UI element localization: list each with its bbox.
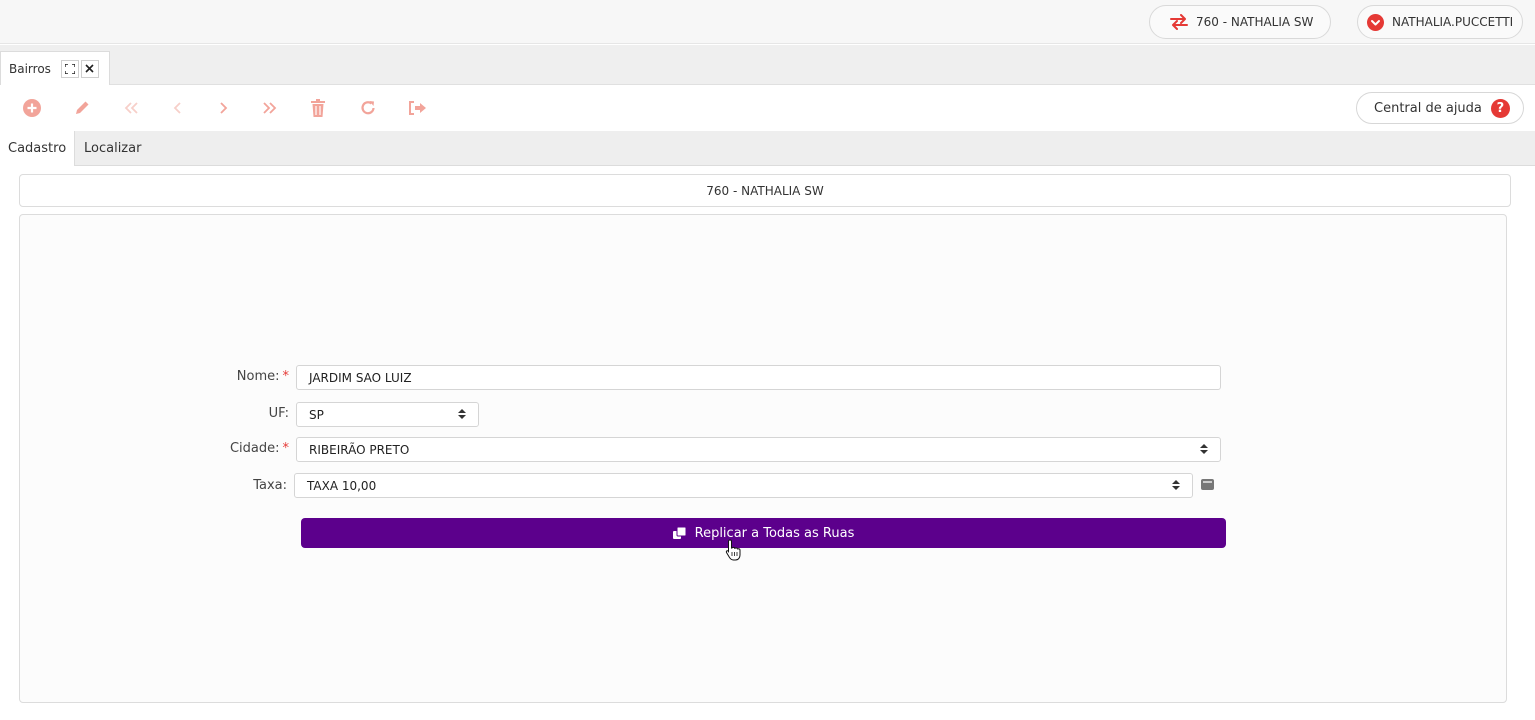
- company-banner: 760 - NATHALIA SW: [19, 174, 1511, 207]
- cidade-value: RIBEIRÃO PRETO: [309, 442, 410, 457]
- next-record-icon[interactable]: [210, 95, 236, 121]
- delete-icon[interactable]: [305, 95, 331, 121]
- form-panel: Nome: * JARDIM SAO LUIZ UF: SP Cidade: * R…: [19, 214, 1507, 703]
- expand-icon[interactable]: [60, 59, 79, 78]
- company-selector[interactable]: 760 - NATHALIA SW: [1149, 5, 1331, 39]
- taxa-select[interactable]: TAXA 10,00: [294, 473, 1193, 498]
- tab-bairros[interactable]: Bairros: [0, 51, 110, 85]
- tab-label: Bairros: [9, 61, 51, 76]
- content-area: 760 - NATHALIA SW Nome: * JARDIM SAO LUIZ…: [0, 166, 1535, 720]
- nome-label: Nome: *: [236, 369, 290, 384]
- user-menu[interactable]: NATHALIA.PUCCETTI: [1357, 5, 1523, 39]
- add-icon[interactable]: [19, 95, 45, 121]
- subtabs: Cadastro Localizar: [0, 131, 1535, 166]
- nome-field[interactable]: JARDIM SAO LUIZ: [296, 365, 1221, 390]
- tab-localizar[interactable]: Localizar: [84, 131, 141, 166]
- help-center-button[interactable]: Central de ajuda ?: [1356, 92, 1524, 124]
- first-record-icon[interactable]: [119, 95, 145, 121]
- required-mark: *: [282, 441, 290, 456]
- toolbar: Central de ajuda ?: [0, 86, 1535, 131]
- question-icon: ?: [1490, 98, 1510, 118]
- uf-label: UF:: [268, 406, 289, 421]
- replicate-label: Replicar a Todas as Ruas: [694, 525, 855, 541]
- copy-icon: [672, 526, 686, 540]
- cidade-select[interactable]: RIBEIRÃO PRETO: [296, 437, 1221, 462]
- select-arrows-icon: [1172, 480, 1180, 490]
- tab-cadastro[interactable]: Cadastro: [0, 131, 75, 166]
- refresh-icon[interactable]: [355, 95, 381, 121]
- taxa-label: Taxa:: [253, 478, 287, 493]
- company-name: 760 - NATHALIA SW: [1196, 15, 1314, 29]
- tab-strip: Bairros: [0, 45, 1535, 85]
- calculator-icon[interactable]: [1201, 479, 1214, 490]
- select-arrows-icon: [458, 409, 466, 419]
- replicate-all-streets-button[interactable]: Replicar a Todas as Ruas: [301, 518, 1226, 548]
- swap-arrows-icon: [1170, 14, 1188, 30]
- close-icon[interactable]: [80, 59, 99, 78]
- uf-select[interactable]: SP: [296, 402, 479, 427]
- chevron-down-circle-icon: [1367, 13, 1384, 31]
- exit-icon[interactable]: [405, 95, 431, 121]
- edit-icon[interactable]: [69, 95, 95, 121]
- taxa-value: TAXA 10,00: [307, 478, 377, 493]
- help-label: Central de ajuda: [1374, 100, 1482, 116]
- user-name: NATHALIA.PUCCETTI: [1392, 15, 1514, 29]
- select-arrows-icon: [1200, 444, 1208, 454]
- required-mark: *: [282, 369, 290, 384]
- last-record-icon[interactable]: [256, 95, 282, 121]
- top-bar: 760 - NATHALIA SW NATHALIA.PUCCETTI: [0, 0, 1535, 44]
- previous-record-icon[interactable]: [165, 95, 191, 121]
- cidade-label: Cidade: *: [229, 441, 290, 456]
- hand-cursor-icon: [725, 539, 743, 565]
- uf-value: SP: [309, 407, 324, 422]
